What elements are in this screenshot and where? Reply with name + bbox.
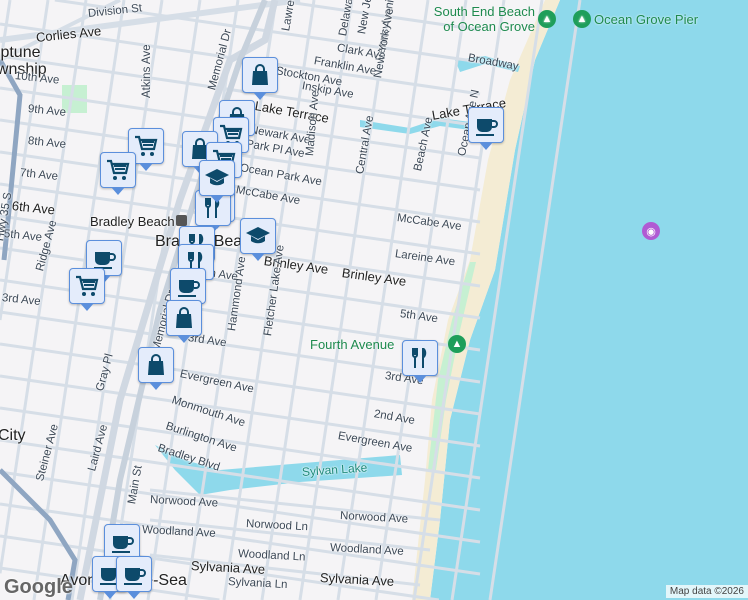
poi-label: Ocean Grove Pier	[594, 11, 699, 27]
transit-station-label: Bradley Beach	[90, 214, 175, 229]
shopping-bag-icon	[148, 354, 164, 375]
poi-label: South End Beach of Ocean Grove	[433, 4, 535, 34]
map-marker-restaurant[interactable]	[402, 340, 438, 383]
map-marker-shopping-cart[interactable]	[100, 152, 136, 195]
poi-fourth-avenue[interactable]: Fourth Avenue	[310, 337, 394, 352]
poi-south-end-beach[interactable]: South End Beach of Ocean Grove ▲	[425, 4, 556, 34]
park-tree-icon: ▲	[573, 10, 591, 28]
school-icon	[246, 227, 270, 244]
map-marker-school[interactable]	[240, 218, 276, 261]
school-icon	[205, 169, 229, 186]
map-marker-school[interactable]	[199, 160, 235, 203]
coffee-icon	[124, 568, 146, 585]
coffee-icon	[476, 119, 498, 136]
place-label: City	[0, 427, 26, 444]
street-label: Atkins Ave	[141, 44, 153, 99]
map-marker-shopping-cart[interactable]	[69, 268, 105, 311]
shopping-bag-icon	[176, 307, 192, 328]
google-logo: Google	[4, 576, 73, 598]
park-tree-icon: ▲	[538, 10, 556, 28]
map-marker-coffee[interactable]	[170, 268, 206, 311]
shopping-cart-icon	[107, 159, 130, 180]
map-canvas[interactable]	[0, 0, 748, 600]
shopping-cart-icon	[135, 135, 158, 156]
map-marker-coffee[interactable]	[116, 556, 152, 599]
map-marker-shopping-bag[interactable]	[242, 57, 278, 100]
camera-icon[interactable]: ◉	[642, 222, 660, 240]
coffee-icon	[112, 536, 134, 553]
map-marker-coffee[interactable]	[468, 107, 504, 150]
map-view[interactable]: Division St Corlies Ave Neptune Township…	[0, 0, 748, 600]
poi-ocean-grove-pier[interactable]: ▲ Ocean Grove Pier	[573, 10, 698, 28]
poi-label: Fourth Avenue	[310, 337, 395, 352]
map-marker-shopping-bag[interactable]	[138, 347, 174, 390]
park-tree-icon: ▲	[448, 335, 466, 353]
coffee-icon	[178, 280, 200, 297]
transit-icon	[176, 215, 187, 226]
shopping-bag-icon	[252, 64, 268, 85]
shopping-cart-icon	[76, 275, 99, 296]
map-marker-coffee[interactable]	[104, 524, 140, 567]
map-attribution[interactable]: Map data ©2026	[665, 585, 748, 598]
restaurant-icon	[412, 348, 427, 368]
map-marker-shopping-bag[interactable]	[166, 300, 202, 343]
